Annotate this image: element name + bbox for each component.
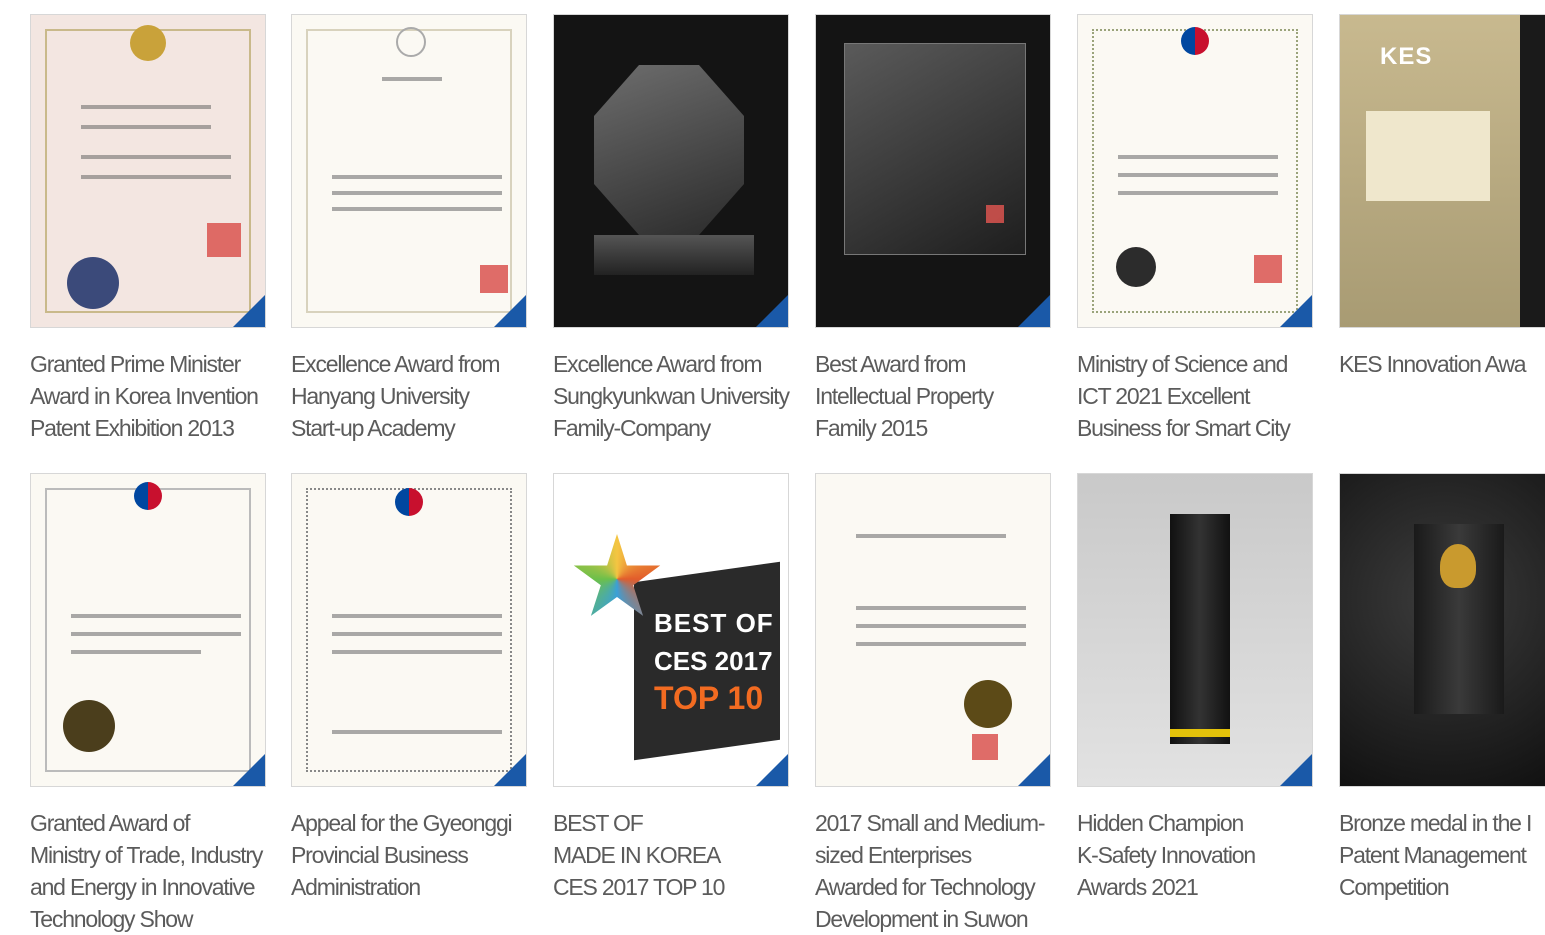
text-line xyxy=(856,642,1026,646)
text-line xyxy=(1118,155,1278,159)
glass-plaque xyxy=(844,43,1026,255)
award-ces-image[interactable]: BEST OF CES 2017 TOP 10 xyxy=(553,473,789,787)
text-line xyxy=(332,650,502,654)
corner-accent xyxy=(1016,293,1050,327)
corner-accent xyxy=(492,752,526,786)
awards-grid: Granted Prime Minister Award in Korea In… xyxy=(0,0,1545,932)
text-line xyxy=(71,614,241,618)
text-line xyxy=(856,624,1026,628)
award-trophy-image[interactable] xyxy=(1077,473,1313,787)
award-certificate-image[interactable] xyxy=(291,473,527,787)
award-caption: Appeal for the Gyeonggi Provincial Busin… xyxy=(291,810,513,900)
crystal-trophy xyxy=(594,65,744,235)
trophy-band xyxy=(1170,729,1230,737)
text-line xyxy=(81,125,211,129)
award-certificate-image[interactable] xyxy=(30,14,266,328)
red-stamp xyxy=(972,734,998,760)
ces-top10: TOP 10 xyxy=(654,680,764,716)
text-line xyxy=(81,105,211,109)
award-caption: Ministry of Science and ICT 2021 Excelle… xyxy=(1077,351,1291,441)
corner-accent xyxy=(231,293,265,327)
red-stamp xyxy=(480,265,508,293)
corner-accent xyxy=(231,752,265,786)
text-line xyxy=(332,632,502,636)
seal-icon xyxy=(67,257,119,309)
award-certificate-image[interactable] xyxy=(815,473,1051,787)
red-stamp xyxy=(207,223,241,257)
award-caption: Hidden Champion K-Safety Innovation Awar… xyxy=(1077,810,1256,900)
ces-year: CES 2017 xyxy=(654,646,773,676)
emblem-icon xyxy=(396,27,426,57)
award-medal-image[interactable] xyxy=(1339,473,1545,787)
korea-emblem-icon xyxy=(1181,27,1209,55)
award-caption: Granted Award of Ministry of Trade, Indu… xyxy=(30,810,263,932)
text-line xyxy=(332,614,502,618)
medal-head-icon xyxy=(1440,544,1476,588)
award-plaque-image[interactable] xyxy=(815,14,1051,328)
award-certificate-image[interactable] xyxy=(30,473,266,787)
ces-best-of: BEST OF xyxy=(654,608,774,638)
text-line xyxy=(1118,191,1278,195)
text-line xyxy=(1118,173,1278,177)
award-caption: 2017 Small and Medium- sized Enterprises… xyxy=(815,810,1045,932)
award-caption: Granted Prime Minister Award in Korea In… xyxy=(30,351,259,441)
trophy-base xyxy=(594,235,754,275)
text-line xyxy=(81,175,231,179)
award-certificate-image[interactable] xyxy=(1077,14,1313,328)
corner-accent xyxy=(1278,293,1312,327)
kes-dark-edge xyxy=(1520,15,1545,327)
award-trophy-image[interactable] xyxy=(553,14,789,328)
text-line xyxy=(332,175,502,179)
corner-accent xyxy=(492,293,526,327)
seal-icon xyxy=(964,680,1012,728)
text-line xyxy=(332,207,502,211)
seal-icon xyxy=(63,700,115,752)
award-caption: BEST OF MADE IN KOREA CES 2017 TOP 10 xyxy=(553,810,725,900)
text-line xyxy=(81,155,231,159)
kes-logo: KES xyxy=(1380,43,1433,70)
award-caption: Best Award from Intellectual Property Fa… xyxy=(815,351,994,441)
red-stamp xyxy=(1254,255,1282,283)
award-certificate-image[interactable] xyxy=(291,14,527,328)
award-caption: KES Innovation Awa xyxy=(1339,351,1527,377)
kes-card xyxy=(1366,111,1490,201)
text-line xyxy=(856,534,1006,538)
korea-emblem-icon xyxy=(134,482,162,510)
red-stamp xyxy=(986,205,1004,223)
corner-accent xyxy=(1278,752,1312,786)
award-kes-image[interactable]: KES xyxy=(1339,14,1545,328)
award-caption: Bronze medal in the I Patent Management … xyxy=(1339,810,1532,900)
award-caption: Excellence Award from Hanyang University… xyxy=(291,351,501,441)
text-line xyxy=(332,191,502,195)
corner-accent xyxy=(1016,752,1050,786)
corner-accent xyxy=(754,293,788,327)
text-line xyxy=(856,606,1026,610)
award-caption: Excellence Award from Sungkyunkwan Unive… xyxy=(553,351,790,441)
text-line xyxy=(332,730,502,734)
corner-accent xyxy=(754,752,788,786)
trophy-column xyxy=(1170,514,1230,744)
seal-icon xyxy=(1116,247,1156,287)
text-line xyxy=(71,632,241,636)
text-line xyxy=(382,77,442,81)
korea-emblem-icon xyxy=(395,488,423,516)
emblem-icon xyxy=(130,25,166,61)
text-line xyxy=(71,650,201,654)
